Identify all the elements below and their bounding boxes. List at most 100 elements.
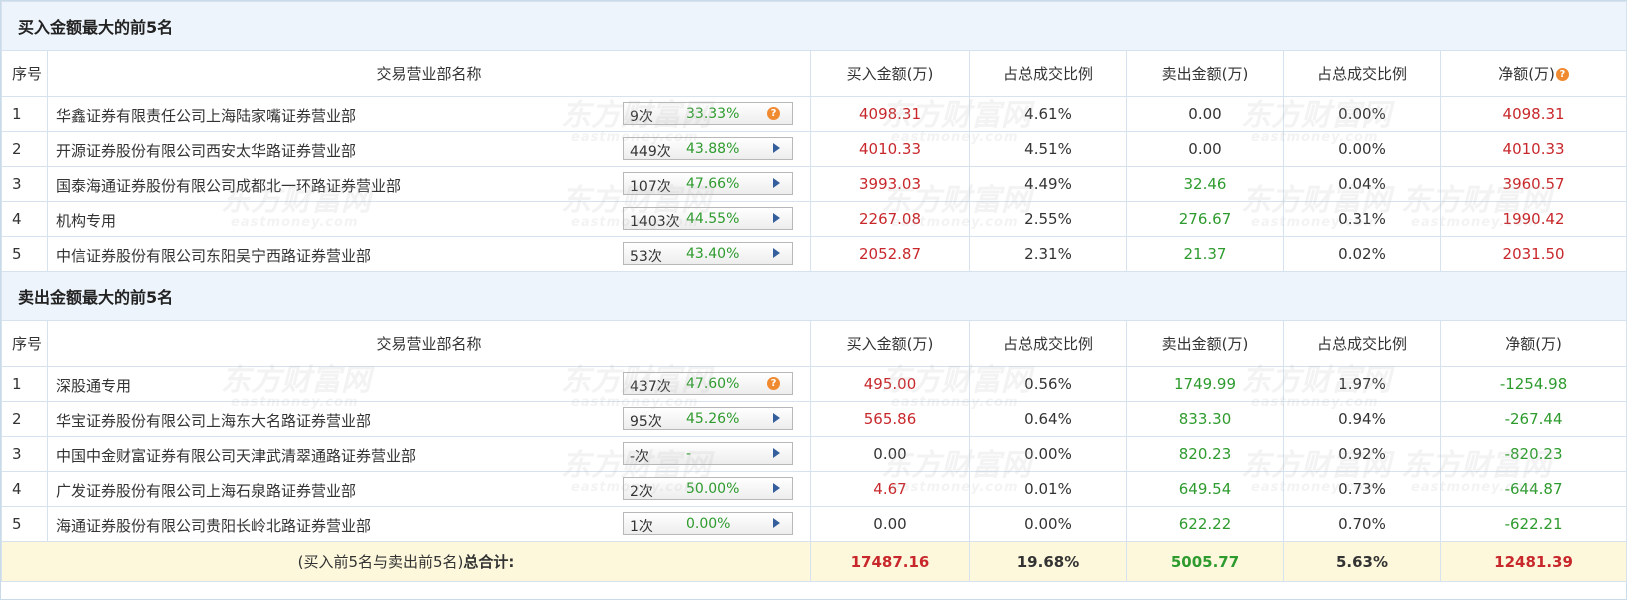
appearance-count: 1次 bbox=[630, 519, 653, 535]
row-desk-cell: 广发证券股份有限公司上海石泉路证券营业部 2次 50.00% bbox=[47, 471, 811, 507]
table-row: 5 海通证券股份有限公司贵阳长岭北路证券营业部 1次 0.00% 0.00 0.00% 62… bbox=[1, 506, 1627, 542]
col-desk-name-header-label: 交易营业部名称 bbox=[376, 65, 482, 83]
total-net: 12481.39 bbox=[1439, 541, 1627, 582]
desk-history-badge[interactable]: 9次 33.33%? bbox=[623, 102, 793, 125]
appearance-count: 95次 bbox=[630, 414, 662, 430]
row-seq: 1 bbox=[1, 366, 48, 402]
total-sell: 5005.77 bbox=[1126, 541, 1284, 582]
col-buy-ratio-header: 占总成交比例 bbox=[969, 320, 1127, 367]
row-net-amount: -1254.98 bbox=[1439, 366, 1627, 402]
desk-history-badge[interactable]: 437次 47.60%? bbox=[623, 372, 793, 395]
col-seq-header: 序号 bbox=[1, 320, 48, 367]
success-rate: 43.40% bbox=[686, 246, 740, 262]
desk-history-badge[interactable]: 1403次 44.55% bbox=[623, 207, 793, 230]
desk-history-badge[interactable]: 1次 0.00% bbox=[623, 512, 793, 535]
sell-top5-title-row: 卖出金额最大的前5名 bbox=[0, 271, 1627, 321]
question-circle-icon[interactable]: ? bbox=[767, 107, 780, 120]
row-seq: 5 bbox=[1, 506, 48, 542]
play-arrow-icon[interactable] bbox=[773, 413, 780, 423]
total-row: (买入前5名与卖出前5名)总合计: 17487.16 19.68% 5005.77 5.… bbox=[1, 541, 1627, 582]
col-net-header-label: 净额(万) bbox=[1498, 65, 1555, 83]
col-sell-ratio-header: 占总成交比例 bbox=[1283, 320, 1441, 367]
dragon-tiger-table: 买入金额最大的前5名 序号 交易营业部名称 买入金额(万) 占总成交比例 卖出金额(万) 占… bbox=[0, 0, 1627, 600]
row-sell-amount: 649.54 bbox=[1126, 471, 1284, 507]
row-buy-ratio: 0.01% bbox=[969, 471, 1127, 507]
table-row: 1 深股通专用 437次 47.60%? 495.00 0.56% 1749.99 1.97%… bbox=[1, 366, 1627, 402]
row-sell-amount: 276.67 bbox=[1126, 201, 1284, 237]
play-arrow-icon[interactable] bbox=[773, 248, 780, 258]
desk-name-link[interactable]: 中信证券股份有限公司东阳吴宁西路证券营业部 bbox=[56, 245, 371, 266]
appearance-count: 1403次 bbox=[630, 214, 680, 230]
row-sell-amount: 622.22 bbox=[1126, 506, 1284, 542]
row-sell-ratio: 0.04% bbox=[1283, 166, 1441, 202]
col-buy-amount-header-label: 买入金额(万) bbox=[846, 335, 934, 353]
play-arrow-icon[interactable] bbox=[773, 178, 780, 188]
play-arrow-icon[interactable] bbox=[773, 483, 780, 493]
row-seq: 1 bbox=[1, 96, 48, 132]
col-net-header: 净额(万) bbox=[1439, 320, 1627, 367]
col-seq-header-label: 序号 bbox=[12, 335, 43, 353]
play-arrow-icon[interactable] bbox=[773, 518, 780, 528]
desk-name-link[interactable]: 机构专用 bbox=[56, 210, 116, 231]
success-rate: 43.88% bbox=[686, 141, 740, 157]
success-rate: 45.26% bbox=[686, 411, 740, 427]
desk-name-link[interactable]: 深股通专用 bbox=[56, 375, 131, 396]
row-buy-ratio: 4.61% bbox=[969, 96, 1127, 132]
row-buy-amount: 4.67 bbox=[810, 471, 970, 507]
desk-history-badge[interactable]: 107次 47.66% bbox=[623, 172, 793, 195]
question-circle-icon[interactable]: ? bbox=[767, 377, 780, 390]
trading-desk-table: 买入金额最大的前5名 序号 交易营业部名称 买入金额(万) 占总成交比例 卖出金额(万) 占… bbox=[0, 1, 1627, 582]
col-buy-ratio-header: 占总成交比例 bbox=[969, 50, 1127, 97]
desk-history-badge[interactable]: 449次 43.88% bbox=[623, 137, 793, 160]
col-sell-amount-header: 卖出金额(万) bbox=[1126, 320, 1284, 367]
row-seq: 2 bbox=[1, 401, 48, 437]
row-sell-amount: 0.00 bbox=[1126, 96, 1284, 132]
play-arrow-icon[interactable] bbox=[773, 143, 780, 153]
buy-top5-header-row: 序号 交易营业部名称 买入金额(万) 占总成交比例 卖出金额(万) 占总成交比例 净额(万)… bbox=[1, 50, 1627, 97]
desk-name-link[interactable]: 中国中金财富证券有限公司天津武清翠通路证券营业部 bbox=[56, 445, 416, 466]
row-buy-ratio: 4.51% bbox=[969, 131, 1127, 167]
desk-history-badge[interactable]: -次 - bbox=[623, 442, 793, 465]
table-row: 4 机构专用 1403次 44.55% 2267.08 2.55% 276.67 0.31% 1… bbox=[1, 201, 1627, 237]
desk-history-badge[interactable]: 53次 43.40% bbox=[623, 242, 793, 265]
total-label-bold: 总合计: bbox=[463, 553, 515, 571]
row-buy-ratio: 0.00% bbox=[969, 436, 1127, 472]
row-net-amount: 4010.33 bbox=[1439, 131, 1627, 167]
total-sell-ratio: 5.63% bbox=[1283, 541, 1441, 582]
appearance-count: -次 bbox=[630, 449, 650, 465]
row-buy-ratio: 4.49% bbox=[969, 166, 1127, 202]
table-row: 3 国泰海通证券股份有限公司成都北一环路证券营业部 107次 47.66% 3993.0… bbox=[1, 166, 1627, 202]
success-rate: 0.00% bbox=[686, 516, 731, 532]
desk-name-link[interactable]: 海通证券股份有限公司贵阳长岭北路证券营业部 bbox=[56, 515, 371, 536]
desk-name-link[interactable]: 开源证券股份有限公司西安太华路证券营业部 bbox=[56, 140, 356, 161]
row-buy-amount: 4010.33 bbox=[810, 131, 970, 167]
row-sell-ratio: 0.70% bbox=[1283, 506, 1441, 542]
appearance-count: 53次 bbox=[630, 249, 662, 265]
col-buy-ratio-header-label: 占总成交比例 bbox=[1002, 65, 1093, 83]
row-net-amount: 2031.50 bbox=[1439, 236, 1627, 272]
row-sell-amount: 32.46 bbox=[1126, 166, 1284, 202]
col-buy-amount-header: 买入金额(万) bbox=[810, 50, 970, 97]
col-sell-ratio-header-label: 占总成交比例 bbox=[1316, 335, 1407, 353]
desk-name-link[interactable]: 国泰海通证券股份有限公司成都北一环路证券营业部 bbox=[56, 175, 401, 196]
row-net-amount: 1990.42 bbox=[1439, 201, 1627, 237]
desk-history-badge[interactable]: 2次 50.00% bbox=[623, 477, 793, 500]
row-net-amount: -622.21 bbox=[1439, 506, 1627, 542]
row-seq: 2 bbox=[1, 131, 48, 167]
help-icon[interactable]: ? bbox=[1555, 68, 1569, 81]
play-arrow-icon[interactable] bbox=[773, 213, 780, 223]
row-sell-amount: 0.00 bbox=[1126, 131, 1284, 167]
row-sell-ratio: 0.00% bbox=[1283, 131, 1441, 167]
row-buy-amount: 0.00 bbox=[810, 506, 970, 542]
desk-name-link[interactable]: 华鑫证券有限责任公司上海陆家嘴证券营业部 bbox=[56, 105, 356, 126]
row-net-amount: 3960.57 bbox=[1439, 166, 1627, 202]
appearance-count: 449次 bbox=[630, 144, 671, 160]
col-sell-amount-header-label: 卖出金额(万) bbox=[1161, 335, 1249, 353]
play-arrow-icon[interactable] bbox=[773, 448, 780, 458]
desk-name-link[interactable]: 广发证券股份有限公司上海石泉路证券营业部 bbox=[56, 480, 356, 501]
row-sell-amount: 833.30 bbox=[1126, 401, 1284, 437]
desk-name-link[interactable]: 华宝证券股份有限公司上海东大名路证券营业部 bbox=[56, 410, 371, 431]
desk-history-badge[interactable]: 95次 45.26% bbox=[623, 407, 793, 430]
col-desk-name-header: 交易营业部名称 bbox=[47, 50, 811, 97]
table-row: 3 中国中金财富证券有限公司天津武清翠通路证券营业部 -次 - 0.00 0.00% 820… bbox=[1, 436, 1627, 472]
